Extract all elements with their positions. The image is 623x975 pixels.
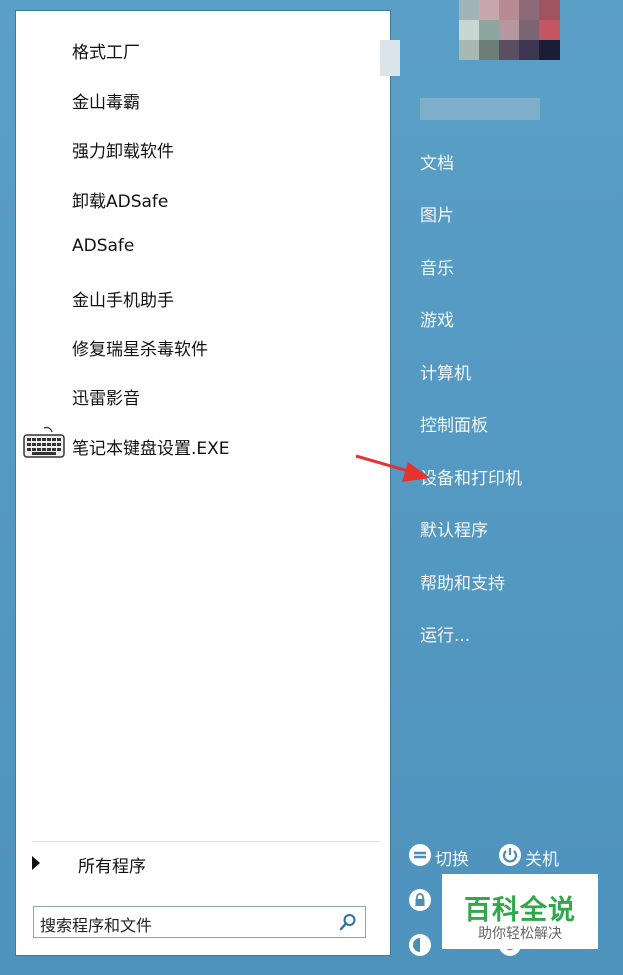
expand-arrow-icon: [32, 856, 40, 870]
program-label: 格式工厂: [72, 43, 140, 63]
program-label: 卸载ADSafe: [72, 192, 169, 212]
right-item-run[interactable]: 运行...: [420, 616, 600, 648]
program-item[interactable]: 迅雷影音: [16, 372, 386, 416]
search-box[interactable]: 搜索程序和文件: [33, 906, 366, 938]
program-item[interactable]: 金山毒霸: [16, 76, 386, 120]
keyboard-icon: [23, 426, 65, 458]
right-item-default-programs[interactable]: 默认程序: [420, 511, 600, 543]
program-item[interactable]: ADSafe: [16, 224, 386, 268]
sleep-icon: [409, 934, 431, 956]
user-name-blurred: [420, 98, 540, 120]
right-item-pictures[interactable]: 图片: [420, 196, 600, 228]
right-item-label: 文档: [420, 154, 454, 174]
sleep-button[interactable]: [408, 931, 442, 961]
lock-button[interactable]: [408, 886, 442, 916]
right-item-computer[interactable]: 计算机: [420, 354, 600, 386]
right-item-games[interactable]: 游戏: [420, 301, 600, 333]
program-label: 笔记本键盘设置.EXE: [72, 439, 230, 459]
search-placeholder: 搜索程序和文件: [40, 916, 153, 935]
power-icon: [499, 844, 521, 866]
right-item-label: 游戏: [420, 311, 454, 331]
watermark: 百科全说 助你轻松解决: [442, 874, 598, 949]
watermark-title: 百科全说: [464, 895, 576, 926]
program-item[interactable]: 格式工厂: [16, 26, 386, 70]
shutdown-label: 关机: [525, 850, 559, 870]
program-item[interactable]: 强力卸载软件: [16, 125, 386, 169]
right-item-label: 计算机: [420, 364, 471, 384]
right-item-label: 运行...: [420, 626, 471, 646]
right-item-help-support[interactable]: 帮助和支持: [420, 564, 600, 596]
program-item[interactable]: 修复瑞星杀毒软件: [16, 323, 386, 367]
search-icon[interactable]: [339, 913, 357, 931]
divider: [32, 841, 380, 842]
right-item-label: 默认程序: [420, 521, 488, 541]
program-label: 修复瑞星杀毒软件: [72, 340, 208, 360]
all-programs-button[interactable]: 所有程序: [26, 847, 381, 879]
program-label: 金山毒霸: [72, 93, 140, 113]
program-item[interactable]: 金山手机助手: [16, 274, 386, 318]
program-label: 金山手机助手: [72, 291, 174, 311]
scroll-thumb[interactable]: [380, 40, 400, 76]
program-label: 强力卸载软件: [72, 142, 174, 162]
right-item-label: 图片: [420, 206, 454, 226]
all-programs-label: 所有程序: [78, 857, 146, 877]
right-item-devices-printers[interactable]: 设备和打印机: [420, 459, 600, 491]
right-item-label: 音乐: [420, 259, 454, 279]
user-avatar[interactable]: [459, 0, 560, 60]
program-item[interactable]: 卸载ADSafe: [16, 175, 386, 219]
program-label: ADSafe: [72, 236, 135, 256]
programs-pane: 格式工厂 金山毒霸 强力卸载软件 卸载ADSafe ADSafe 金山手机助手 …: [15, 10, 391, 956]
watermark-subtitle: 助你轻松解决: [478, 926, 562, 942]
right-item-documents[interactable]: 文档: [420, 144, 600, 176]
right-item-control-panel[interactable]: 控制面板: [420, 406, 600, 438]
red-pointer-arrow-icon: [355, 454, 430, 482]
shutdown-button[interactable]: 关机: [498, 841, 578, 871]
right-item-music[interactable]: 音乐: [420, 249, 600, 281]
right-item-label: 帮助和支持: [420, 574, 505, 594]
lock-icon: [409, 889, 431, 911]
switch-icon: [409, 844, 431, 866]
right-item-label: 控制面板: [420, 416, 488, 436]
program-label: 迅雷影音: [72, 389, 140, 409]
start-menu: 格式工厂 金山毒霸 强力卸载软件 卸载ADSafe ADSafe 金山手机助手 …: [0, 0, 623, 975]
program-item-keyboard-settings[interactable]: 笔记本键盘设置.EXE: [16, 422, 386, 466]
switch-label: 切换: [435, 850, 469, 870]
switch-user-button[interactable]: 切换: [408, 841, 488, 871]
